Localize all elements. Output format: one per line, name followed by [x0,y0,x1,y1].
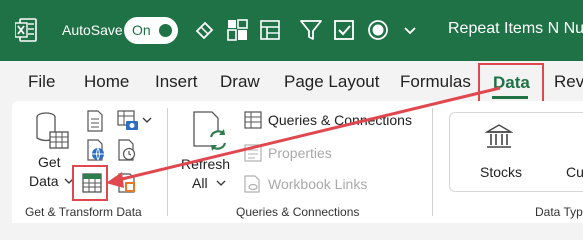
group-label-queries-connections: Queries & Connections [236,205,360,219]
table-icon[interactable] [256,16,284,44]
autosave-toggle[interactable]: On [124,17,178,44]
group-separator [432,108,433,216]
properties-button[interactable]: Properties [268,145,332,161]
tab-review[interactable]: Revi [554,72,583,92]
filter-icon[interactable] [297,16,325,44]
tab-home[interactable]: Home [84,72,129,92]
refresh-all-chevron-icon[interactable] [216,179,226,187]
properties-icon [244,144,262,162]
existing-connections-icon[interactable] [117,172,139,194]
checkbox-icon[interactable] [330,16,358,44]
get-data-label-line2[interactable]: Data [29,173,59,189]
title-bar: AutoSave On Repeat Items N Num [0,0,583,61]
get-data-label-line1[interactable]: Get [38,154,61,170]
toggle-state-label: On [132,22,151,38]
stocks-button[interactable]: Stocks [480,164,522,180]
toggle-knob [159,24,172,37]
circle-record-icon[interactable] [364,16,392,44]
refresh-all-label-line2[interactable]: All [192,175,208,191]
tab-data[interactable]: Data [478,63,544,103]
eraser-icon[interactable] [191,16,219,44]
get-data-database-icon[interactable] [34,110,70,150]
autosave-label: AutoSave [62,22,123,38]
queries-connections-icon[interactable] [243,110,263,130]
refresh-all-label-line1[interactable]: Refresh [181,156,230,172]
customize-qat-chevron-icon[interactable] [402,16,418,44]
from-web-icon[interactable] [86,139,106,161]
ribbon-tabs: File Home Insert Draw Page Layout Formul… [0,61,583,103]
tab-data-label: Data [493,73,530,92]
from-text-csv-icon[interactable] [86,110,104,132]
group-label-data-types: Data Type [535,205,583,219]
data-types-gallery[interactable] [449,112,583,192]
stocks-bank-icon[interactable] [485,123,513,151]
excel-icon[interactable] [15,18,37,42]
active-tab-indicator [492,96,528,99]
currencies-button[interactable]: Cu [566,164,583,180]
tab-file[interactable]: File [28,72,55,92]
pivot-grid-icon[interactable] [224,16,252,44]
workbook-links-button[interactable]: Workbook Links [268,176,367,192]
document-title: Repeat Items N Num [448,20,583,37]
refresh-all-icon[interactable] [190,110,230,154]
group-separator [167,108,168,216]
group-label-get-transform: Get & Transform Data [25,205,142,219]
from-picture-icon[interactable] [117,110,139,132]
tab-insert[interactable]: Insert [155,72,198,92]
tab-page-layout[interactable]: Page Layout [284,72,379,92]
tab-formulas[interactable]: Formulas [400,72,471,92]
recent-sources-icon[interactable] [117,139,137,161]
workbook-links-icon [244,175,260,193]
queries-connections-button[interactable]: Queries & Connections [268,112,412,128]
tab-draw[interactable]: Draw [220,72,260,92]
from-picture-chevron-icon[interactable] [142,116,152,124]
from-table-range-icon[interactable] [81,172,103,194]
